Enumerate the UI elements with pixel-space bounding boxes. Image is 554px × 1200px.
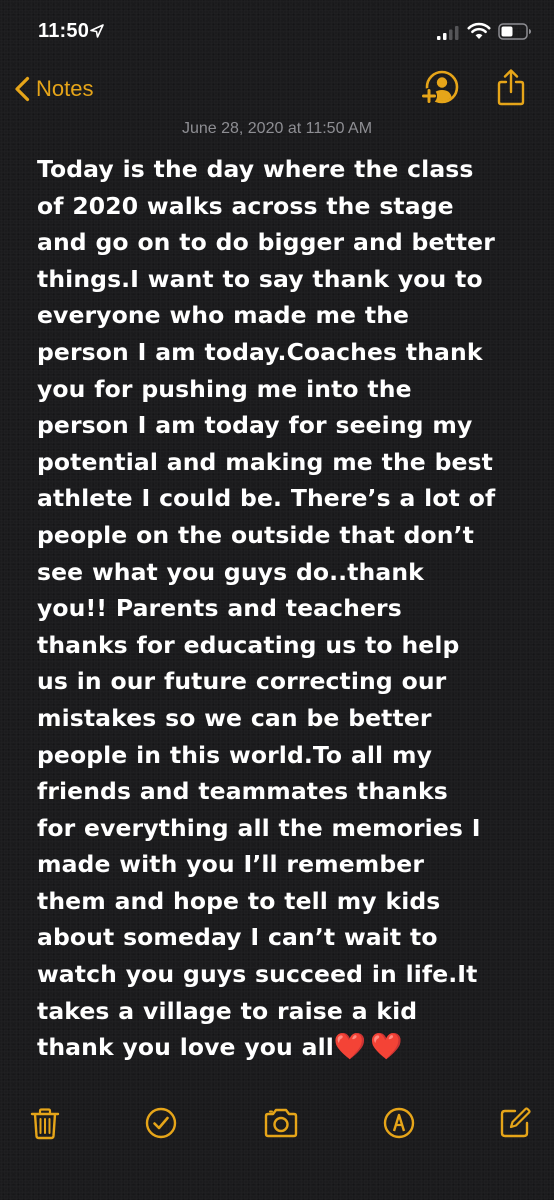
note-line: person I am today for seeing my (37, 411, 473, 440)
note-line: things.I want to say thank you to (37, 264, 483, 293)
note-line: Today is the day where the class (37, 155, 474, 183)
note-line: people on the outside that don’t (37, 520, 474, 549)
location-arrow-icon (90, 24, 104, 38)
chevron-left-icon (15, 76, 30, 102)
note-line: friends and teammates thanks (37, 777, 448, 806)
status-time: 11:50 (38, 20, 90, 42)
cellular-signal-icon (437, 26, 459, 40)
note-body[interactable]: Today is the day where the class of 2020… (37, 151, 522, 1066)
note-line: athlete I could be. There’s a lot of (37, 484, 496, 513)
note-line: about someday I can’t wait to (37, 923, 438, 952)
delete-button[interactable] (28, 1106, 62, 1140)
share-icon[interactable] (496, 68, 526, 106)
note-line: them and hope to tell my kids (37, 886, 441, 915)
notes-screen: 11:50 Notes June 28, 2020 at 11:50 AM To… (0, 0, 554, 1200)
checklist-icon (145, 1107, 177, 1139)
add-people-icon[interactable] (420, 70, 460, 106)
note-line: and go on to do bigger and better (37, 228, 495, 257)
status-bar: 11:50 (0, 0, 554, 64)
note-line: people in this world.To all my (37, 740, 432, 769)
trash-icon (30, 1108, 60, 1140)
note-date: June 28, 2020 at 11:50 AM (181, 120, 373, 137)
note-line: of 2020 walks across the stage (37, 191, 454, 220)
checklist-button[interactable] (144, 1106, 178, 1140)
camera-button[interactable] (262, 1106, 300, 1140)
note-line: watch you guys succeed in life.It (37, 960, 478, 989)
back-button-label: Notes (36, 76, 94, 101)
markup-icon (383, 1107, 415, 1139)
back-to-notes-button[interactable]: Notes (14, 72, 93, 106)
note-line: made with you I’ll remember (37, 850, 425, 879)
markup-button[interactable] (382, 1106, 416, 1140)
wifi-icon (467, 22, 491, 39)
note-line: potential and making me the best (37, 447, 493, 476)
note-line-text: thank you love you all (37, 1033, 334, 1062)
note-line: mistakes so we can be better (37, 703, 432, 732)
note-last-line: thank you love you all❤️❤️ (37, 1029, 522, 1066)
camera-icon (264, 1108, 298, 1138)
bottom-toolbar (0, 1100, 554, 1160)
note-line: thanks for educating us to help (37, 630, 460, 659)
battery-icon (498, 23, 531, 40)
note-line: everyone who made me the (37, 301, 410, 330)
home-indicator (140, 1186, 414, 1193)
note-line: takes a village to raise a kid (37, 996, 418, 1025)
note-line: see what you guys do..thank (37, 557, 424, 586)
red-hearts-emoji: ❤️❤️ (333, 1032, 407, 1063)
note-line: for everything all the memories I (37, 813, 481, 842)
compose-icon (500, 1107, 531, 1138)
compose-button[interactable] (498, 1106, 532, 1140)
note-line: you for pushing me into the (37, 374, 412, 403)
note-line: you!! Parents and teachers (37, 594, 402, 623)
note-line: person I am today.Coaches thank (37, 337, 483, 366)
note-line: us in our future correcting our (37, 667, 447, 696)
